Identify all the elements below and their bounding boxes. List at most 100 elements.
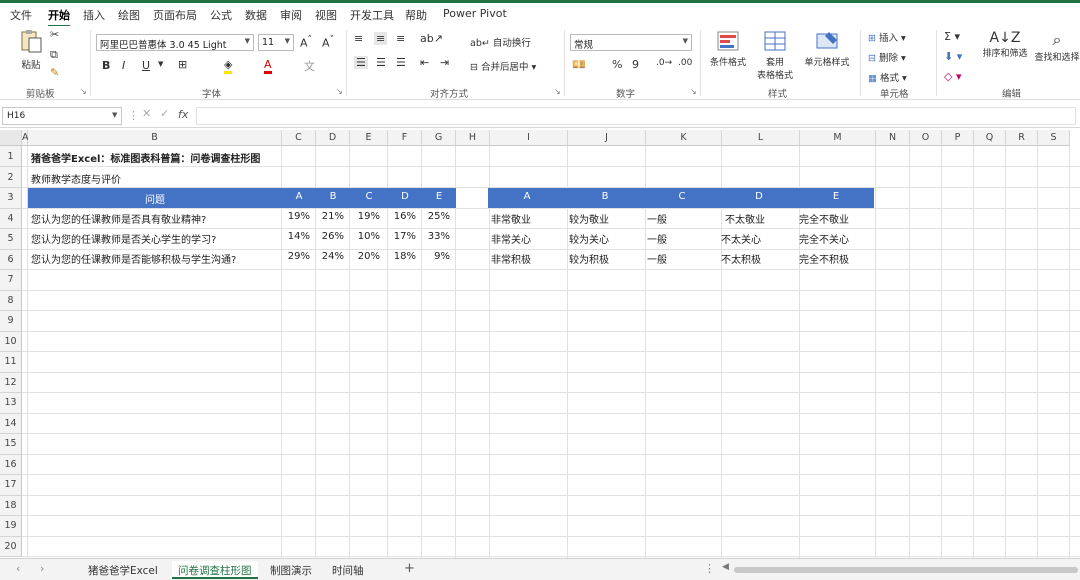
- align-middle-icon[interactable]: ≡: [374, 32, 388, 45]
- menu-home[interactable]: 开始: [48, 7, 70, 27]
- header-cell[interactable]: 问题: [28, 191, 282, 206]
- font-name-dropdown[interactable]: 阿里巴巴普惠体 3.0 45 Light ▼: [96, 34, 254, 51]
- header-cell[interactable]: B: [316, 191, 350, 202]
- row-header[interactable]: 9: [0, 311, 22, 332]
- italic-button[interactable]: I: [122, 59, 125, 72]
- row-header[interactable]: 3: [0, 188, 22, 209]
- header-cell[interactable]: E: [422, 191, 456, 202]
- menu-power-pivot[interactable]: Power Pivot: [443, 7, 507, 20]
- label-cell[interactable]: 不太积极: [721, 251, 761, 266]
- currency-icon[interactable]: 💴: [572, 58, 586, 71]
- menu-file[interactable]: 文件: [10, 7, 32, 23]
- paste-button[interactable]: 粘贴: [14, 28, 48, 74]
- scroll-right-icon[interactable]: ›: [40, 562, 44, 575]
- select-all-corner[interactable]: [0, 130, 22, 146]
- header-cell[interactable]: C: [644, 191, 720, 202]
- value-cell[interactable]: 10%: [350, 231, 380, 242]
- header-cell[interactable]: D: [388, 191, 422, 202]
- indent-increase-icon[interactable]: ⇥: [440, 56, 449, 69]
- column-header[interactable]: M: [800, 130, 876, 146]
- label-cell[interactable]: 一般: [647, 211, 667, 226]
- clipboard-launcher-icon[interactable]: ↘: [80, 87, 87, 96]
- orientation-icon[interactable]: ab↗: [420, 32, 443, 45]
- column-header[interactable]: B: [28, 130, 282, 146]
- sheet-title[interactable]: 猪爸爸学Excel：标准图表科普篇：问卷调查柱形图: [31, 150, 260, 165]
- format-cells-button[interactable]: ▦ 格式 ▾: [868, 70, 907, 84]
- row-header[interactable]: 14: [0, 413, 22, 434]
- clear-icon[interactable]: ◇ ▾: [944, 70, 961, 83]
- phonetic-icon[interactable]: 文: [304, 58, 315, 74]
- row-header[interactable]: 16: [0, 454, 22, 475]
- row-header[interactable]: 10: [0, 331, 22, 352]
- column-header[interactable]: E: [350, 130, 388, 146]
- label-cell[interactable]: 非常关心: [491, 231, 531, 246]
- font-size-dropdown[interactable]: 11 ▼: [258, 34, 294, 51]
- more-options-icon[interactable]: ⋮: [704, 562, 715, 575]
- column-header[interactable]: O: [910, 130, 942, 146]
- row-header[interactable]: 11: [0, 352, 22, 373]
- sheet-tab-active[interactable]: 问卷调查柱形图: [172, 561, 258, 579]
- question-cell[interactable]: 您认为您的任课教师是否关心学生的学习?: [31, 231, 216, 246]
- row-header[interactable]: 19: [0, 516, 22, 537]
- align-bottom-icon[interactable]: ≡: [396, 32, 405, 45]
- fill-icon[interactable]: ⬇ ▾: [944, 50, 962, 63]
- column-header[interactable]: Q: [974, 130, 1006, 146]
- copy-icon[interactable]: ⧉: [50, 48, 58, 62]
- indent-decrease-icon[interactable]: ⇤: [420, 56, 429, 69]
- row-header[interactable]: 12: [0, 372, 22, 393]
- value-cell[interactable]: 18%: [388, 251, 416, 262]
- bold-button[interactable]: B: [102, 59, 110, 72]
- column-header[interactable]: J: [568, 130, 646, 146]
- name-box[interactable]: H16: [2, 107, 122, 125]
- sheet-tab[interactable]: 制图演示: [264, 561, 318, 579]
- value-cell[interactable]: 17%: [388, 231, 416, 242]
- menu-page-layout[interactable]: 页面布局: [153, 7, 197, 23]
- header-cell[interactable]: E: [798, 191, 874, 202]
- align-right-icon[interactable]: ☰: [396, 56, 406, 69]
- label-cell[interactable]: 较为关心: [569, 231, 609, 246]
- delete-cells-button[interactable]: ⊟ 删除 ▾: [868, 50, 906, 64]
- menu-formulas[interactable]: 公式: [210, 7, 232, 23]
- sheet-tab[interactable]: 时间轴: [326, 561, 370, 579]
- label-cell[interactable]: 完全不积极: [799, 251, 849, 266]
- horizontal-scrollbar[interactable]: [734, 567, 1078, 573]
- conditional-format-button[interactable]: 条件格式: [706, 30, 750, 68]
- merge-center-button[interactable]: ⊟ 合并后居中 ▾: [470, 59, 536, 73]
- font-color-icon[interactable]: A: [264, 58, 272, 74]
- column-header[interactable]: F: [388, 130, 422, 146]
- column-header[interactable]: L: [722, 130, 800, 146]
- value-cell[interactable]: 16%: [388, 211, 416, 222]
- sort-filter-button[interactable]: A↓Z 排序和筛选: [978, 30, 1032, 59]
- value-cell[interactable]: 24%: [316, 251, 344, 262]
- column-header[interactable]: K: [646, 130, 722, 146]
- scroll-left-icon[interactable]: ◀: [722, 562, 729, 572]
- label-cell[interactable]: 一般: [647, 231, 667, 246]
- label-cell[interactable]: 完全不敬业: [799, 211, 849, 226]
- value-cell[interactable]: 21%: [316, 211, 344, 222]
- insert-function-icon[interactable]: fx: [178, 108, 188, 121]
- add-sheet-button[interactable]: +: [404, 561, 415, 576]
- increase-font-icon[interactable]: A˄: [300, 34, 312, 50]
- cell-style-button[interactable]: 单元格样式: [800, 30, 854, 68]
- row-header[interactable]: 13: [0, 393, 22, 414]
- menu-view[interactable]: 视图: [315, 7, 337, 23]
- scroll-left-icon[interactable]: ‹: [16, 562, 20, 575]
- menu-review[interactable]: 审阅: [280, 7, 302, 23]
- comma-button[interactable]: 9: [632, 58, 639, 71]
- column-header[interactable]: G: [422, 130, 456, 146]
- column-header[interactable]: C: [282, 130, 316, 146]
- label-cell[interactable]: 较为积极: [569, 251, 609, 266]
- row-header[interactable]: 17: [0, 475, 22, 496]
- number-launcher-icon[interactable]: ↘: [690, 87, 697, 96]
- value-cell[interactable]: 25%: [422, 211, 450, 222]
- label-cell[interactable]: 完全不关心: [799, 231, 849, 246]
- percent-button[interactable]: %: [612, 58, 622, 71]
- sheet-tab[interactable]: 猪爸爸学Excel: [82, 561, 164, 579]
- column-header[interactable]: P: [942, 130, 974, 146]
- autosum-icon[interactable]: Σ ▾: [944, 30, 960, 43]
- format-painter-icon[interactable]: ✎: [50, 66, 59, 79]
- header-cell[interactable]: A: [488, 191, 566, 202]
- header-cell[interactable]: A: [282, 191, 316, 202]
- font-launcher-icon[interactable]: ↘: [336, 87, 343, 96]
- chevron-down-icon[interactable]: ▼: [158, 60, 163, 68]
